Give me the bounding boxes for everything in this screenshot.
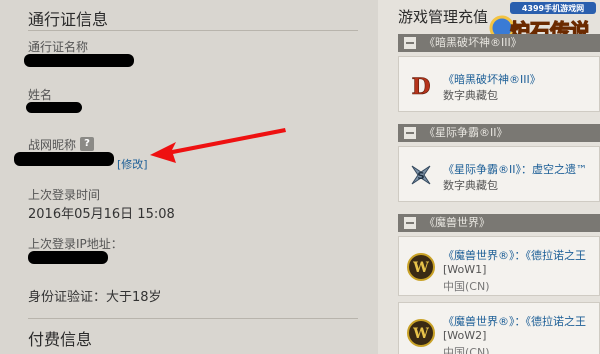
game-name[interactable]: 《魔兽世界®》：《德拉诺之王 xyxy=(443,247,586,263)
category-header-diablo[interactable]: 《暗黑破坏神®III》 xyxy=(398,34,600,52)
game-edition: 数字典藏包 xyxy=(443,179,498,192)
game-name[interactable]: 《暗黑破坏神®III》 xyxy=(443,71,541,87)
category-label: 《星际争霸®II》 xyxy=(424,126,508,139)
wow-icon: W xyxy=(407,253,435,281)
game-name[interactable]: 《魔兽世界®》：《德拉诺之王 xyxy=(443,313,586,329)
game-card-diablo[interactable]: D 《暗黑破坏神®III》 数字典藏包 xyxy=(398,56,600,112)
collapse-icon[interactable] xyxy=(404,37,416,49)
account-panel: 通行证信息 通行证名称 姓名 战网昵称 ? [修改] 上次登录时间 2016年0… xyxy=(0,0,378,354)
game-management-title: 游戏管理充值 xyxy=(398,8,489,26)
game-card-starcraft[interactable]: S 《星际争霸®II》：虚空之遗™ 数字典藏包 xyxy=(398,146,600,202)
category-header-wow[interactable]: 《魔兽世界》 xyxy=(398,214,600,232)
game-card-wow2[interactable]: W 《魔兽世界®》：《德拉诺之王 [WoW2] 中国(CN) xyxy=(398,302,600,354)
game-card-wow1[interactable]: W 《魔兽世界®》：《德拉诺之王 [WoW1] 中国(CN) xyxy=(398,236,600,296)
svg-text:W: W xyxy=(412,326,429,342)
game-region: 中国(CN) xyxy=(443,346,490,354)
wow-icon: W xyxy=(407,319,435,347)
diablo-icon: D xyxy=(408,72,434,100)
game-account: [WoW2] xyxy=(443,329,487,342)
game-region: 中国(CN) xyxy=(443,280,490,293)
starcraft-icon: S xyxy=(408,162,434,188)
collapse-icon[interactable] xyxy=(404,127,416,139)
collapse-icon[interactable] xyxy=(404,217,416,229)
svg-text:D: D xyxy=(411,74,430,100)
svg-text:W: W xyxy=(412,260,429,276)
svg-text:4399手机游戏网: 4399手机游戏网 xyxy=(522,3,584,13)
game-edition: 数字典藏包 xyxy=(443,89,498,102)
svg-text:S: S xyxy=(417,171,424,182)
game-account: [WoW1] xyxy=(443,263,487,276)
category-label: 《魔兽世界》 xyxy=(424,216,490,229)
game-management-panel: 游戏管理充值 4399手机游戏网 炉石传说 《暗黑破坏神®III》 D 《暗黑破… xyxy=(378,0,600,354)
category-label: 《暗黑破坏神®III》 xyxy=(424,36,522,49)
red-arrow-annotation xyxy=(150,128,286,163)
game-name[interactable]: 《星际争霸®II》：虚空之遗™ xyxy=(443,161,587,177)
category-header-starcraft[interactable]: 《星际争霸®II》 xyxy=(398,124,600,142)
